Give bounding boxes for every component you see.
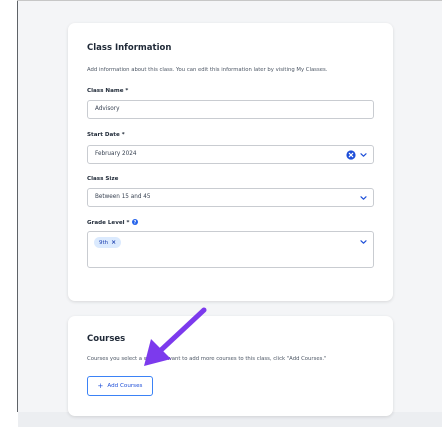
grade-chip-label: 9th [99,239,109,246]
class-name-input[interactable]: Advisory [87,100,374,119]
add-courses-button[interactable]: + Add Courses [87,376,153,396]
window-edge [17,0,18,412]
class-size-label: Class Size [87,176,119,182]
class-size-value: Between 15 and 45 [95,194,151,200]
grade-level-multiselect[interactable]: 9th × [87,231,374,268]
arrow-annotation-icon [144,307,207,366]
clear-circle-icon[interactable] [346,150,356,160]
svg-text:?: ? [134,220,137,225]
courses-card: Courses Courses you select a w. If you w… [68,316,393,416]
grade-level-label: Grade Level * ? [87,219,139,226]
window-top-edge [17,0,442,1]
class-name-value: Advisory [95,106,120,112]
grade-chip-9th: 9th × [94,237,122,248]
chevron-down-icon[interactable] [360,239,367,245]
chevron-down-icon[interactable] [360,152,367,158]
start-date-value: February 2024 [95,151,137,157]
courses-title: Courses [87,334,126,344]
screenshot-frame: Class Information Add information about … [0,0,442,427]
plus-icon: + [97,381,104,390]
grade-level-label-text: Grade Level * [87,220,130,226]
start-date-label: Start Date * [87,132,125,138]
class-information-description: Add information about this class. You ca… [87,67,328,73]
help-circle-icon[interactable]: ? [132,219,139,226]
chevron-down-icon[interactable] [360,195,367,201]
class-information-card: Class Information Add information about … [68,23,393,301]
class-name-label: Class Name * [87,88,129,94]
class-information-title: Class Information [87,43,172,53]
class-size-select[interactable]: Between 15 and 45 [87,188,374,207]
add-courses-label: Add Courses [107,383,143,389]
start-date-select[interactable]: February 2024 [87,145,374,164]
close-icon[interactable]: × [111,239,116,246]
